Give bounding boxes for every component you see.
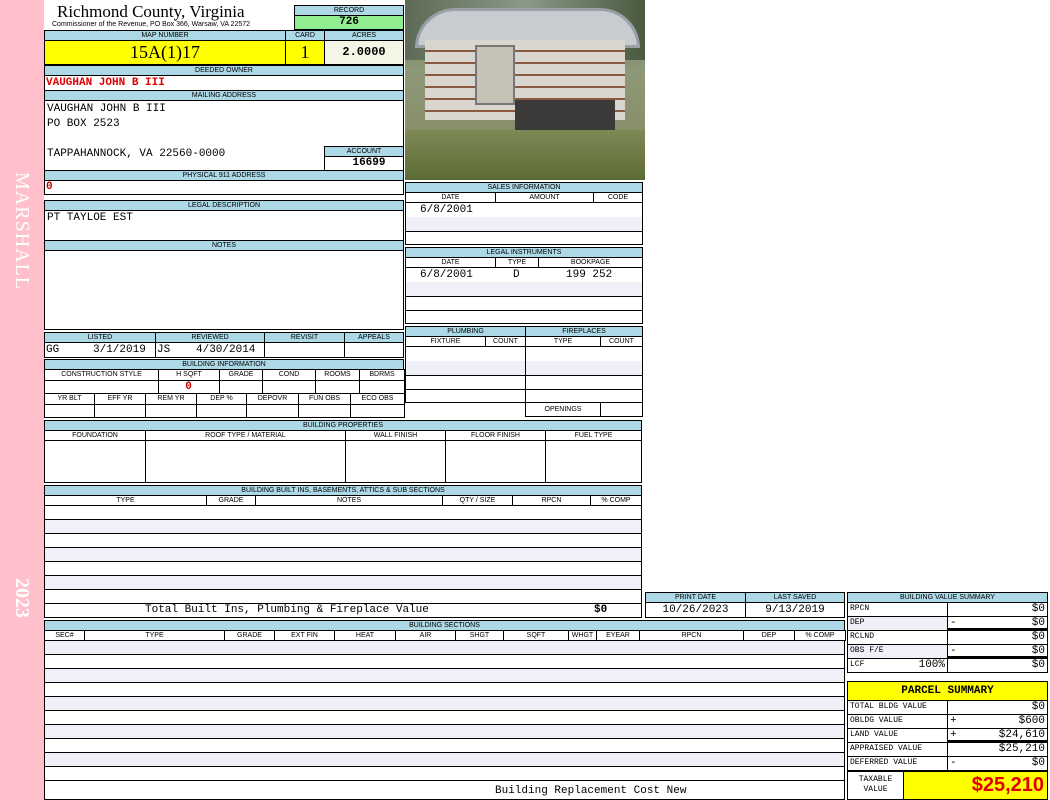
mailing-line-2: PO BOX 2523: [47, 118, 120, 130]
last-saved-value: 9/13/2019: [745, 602, 845, 618]
value-summary-label: DEP: [847, 616, 948, 631]
physical-address-value: 0: [46, 181, 53, 193]
building-sections-row[interactable]: [44, 710, 845, 725]
building-info2-value-cell[interactable]: [145, 404, 197, 418]
print-date-value: 10/26/2023: [645, 602, 746, 618]
building-sections-row[interactable]: [44, 724, 845, 739]
parcel-summary-value: $24,610: [998, 729, 1045, 741]
building-info2-value-cell[interactable]: [350, 404, 405, 418]
parcel-summary-label: PARCEL SUMMARY: [847, 681, 1048, 701]
listed-date: 3/1/2019: [93, 344, 146, 356]
building-sections-row[interactable]: [44, 752, 845, 767]
built-ins-row[interactable]: [44, 561, 642, 576]
built-ins-row[interactable]: [44, 533, 642, 548]
building-info2-value-cell[interactable]: [298, 404, 351, 418]
building-sections-row[interactable]: [44, 668, 845, 683]
value-summary-value: $0: [1031, 659, 1045, 671]
taxable-value: $25,210: [903, 771, 1048, 800]
openings-value: [600, 402, 643, 417]
built-ins-row[interactable]: [44, 519, 642, 534]
building-sections-footer-row: [44, 780, 845, 800]
value-summary-value: $0: [1031, 645, 1045, 657]
account-value: 16699: [324, 156, 404, 171]
taxable-label: TAXABLE VALUE: [847, 771, 904, 800]
building-sections-row[interactable]: [44, 640, 845, 655]
built-ins-total-value: $0: [594, 604, 608, 616]
parcel-summary-label: OBLDG VALUE: [847, 714, 948, 729]
parcel-summary-value: $25,210: [998, 743, 1045, 755]
reviewed-by: JS: [157, 344, 171, 356]
built-ins-row[interactable]: [44, 575, 642, 590]
building-info2-value-cell[interactable]: [44, 404, 95, 418]
value-summary-value: $0: [1031, 603, 1045, 615]
parcel-summary-value: $0: [1031, 757, 1045, 769]
building-sections-footer: Building Replacement Cost New: [495, 785, 687, 797]
card-value: 1: [285, 40, 325, 65]
hsqft-value: 0: [185, 381, 192, 393]
building-sections-row[interactable]: [44, 766, 845, 781]
district-label: MARSHALL: [11, 172, 33, 291]
deeded-owner-value: VAUGHAN JOHN B III: [46, 77, 165, 89]
acres-value: 2.0000: [324, 40, 404, 65]
revisit-cell: [264, 342, 345, 358]
county-title: Richmond County, Virginia: [57, 2, 245, 21]
sales-date: 6/8/2001: [420, 204, 473, 216]
building-properties-value-cell[interactable]: [445, 440, 546, 483]
building-info-value-cell[interactable]: [315, 380, 360, 394]
value-summary-value: $0: [1031, 631, 1045, 643]
built-ins-row[interactable]: [44, 547, 642, 562]
building-info-value-cell[interactable]: [359, 380, 405, 394]
building-sections-row[interactable]: [44, 738, 845, 753]
sidebar-stripe: [0, 0, 44, 800]
building-info2-value-cell[interactable]: [246, 404, 299, 418]
plumbing-table: [405, 346, 526, 403]
parcel-summary-value: $600: [1018, 715, 1045, 727]
value-summary-extra: 100%: [918, 659, 945, 671]
appeals-cell: [344, 342, 404, 358]
building-info-value-cell[interactable]: [219, 380, 263, 394]
building-info2-value-cell[interactable]: [196, 404, 247, 418]
value-summary-label: OBS F/E: [847, 644, 948, 659]
record-value: 726: [294, 15, 404, 30]
parcel-summary-label: DEFERRED VALUE: [847, 756, 948, 771]
legal-bookpage: 199 252: [566, 269, 613, 281]
built-ins-total-label: Total Built Ins, Plumbing & Fireplace Va…: [145, 604, 429, 616]
value-summary-label: RCLND: [847, 630, 948, 645]
reviewed-date: 4/30/2014: [196, 344, 256, 356]
value-summary-value: $0: [1031, 617, 1045, 629]
building-properties-value-cell[interactable]: [44, 440, 146, 483]
building-properties-value-cell[interactable]: [545, 440, 642, 483]
parcel-summary-label: APPRAISED VALUE: [847, 742, 948, 757]
property-photo: [405, 0, 645, 180]
mailing-line-1: VAUGHAN JOHN B III: [47, 103, 166, 115]
map-number-value: 15A(1)17: [44, 40, 286, 65]
year-label: 2023: [11, 578, 33, 618]
parcel-summary-label: LAND VALUE: [847, 728, 948, 743]
building-sections-row[interactable]: [44, 654, 845, 669]
parcel-summary-label: TOTAL BLDG VALUE: [847, 700, 948, 715]
fireplaces-table: [525, 346, 643, 403]
legal-date: 6/8/2001: [420, 269, 473, 281]
building-sections-row[interactable]: [44, 696, 845, 711]
building-info-value-cell[interactable]: [44, 380, 159, 394]
building-properties-value-cell[interactable]: [345, 440, 446, 483]
mailing-line-3: TAPPAHANNOCK, VA 22560-0000: [47, 148, 226, 160]
building-properties-value-cell[interactable]: [145, 440, 346, 483]
physical-address-box: [44, 180, 404, 195]
county-subtitle: Commissioner of the Revenue, PO Box 366,…: [52, 21, 251, 28]
built-ins-row[interactable]: [44, 505, 642, 520]
listed-by: GG: [46, 344, 60, 356]
building-info2-value-cell[interactable]: [94, 404, 146, 418]
built-ins-row[interactable]: [44, 589, 642, 604]
notes-box[interactable]: [44, 250, 404, 330]
parcel-summary-value: $0: [1031, 701, 1045, 713]
legal-description-value: PT TAYLOE EST: [47, 212, 133, 224]
building-sections-row[interactable]: [44, 682, 845, 697]
building-info-value-cell[interactable]: [262, 380, 316, 394]
value-summary-label: RPCN: [847, 602, 948, 617]
openings-label: OPENINGS: [525, 402, 601, 417]
legal-type: D: [513, 269, 520, 281]
